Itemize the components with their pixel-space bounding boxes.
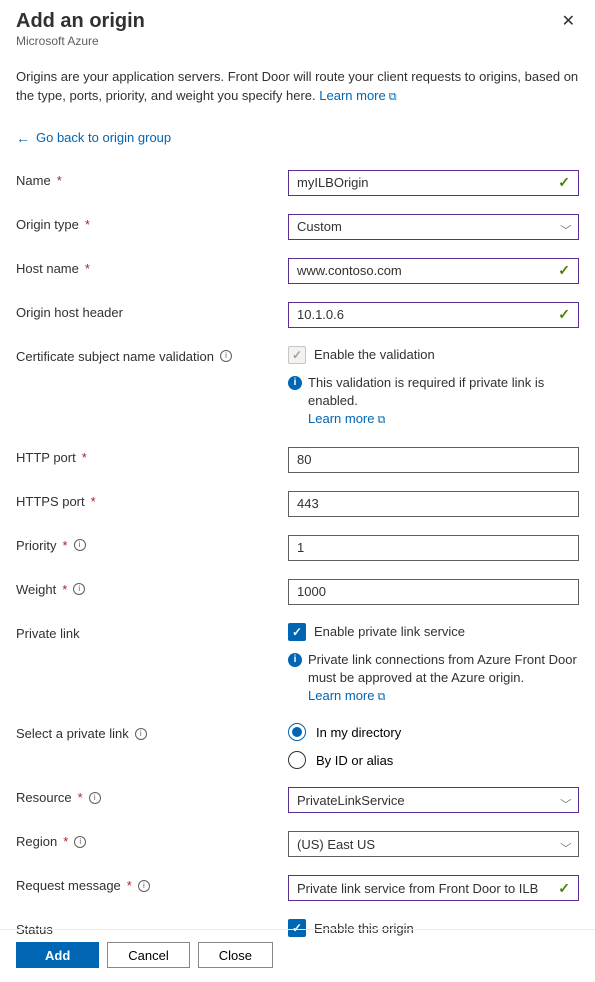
info-icon[interactable]: i — [138, 880, 150, 892]
learn-more-link[interactable]: Learn more⧉ — [319, 88, 396, 103]
host-name-label: Host name — [16, 261, 79, 276]
enable-validation-label: Enable the validation — [314, 347, 435, 362]
radio-in-my-directory[interactable]: In my directory — [288, 723, 579, 741]
enable-private-link-checkbox[interactable]: ✓ — [288, 623, 306, 641]
check-icon: ✓ — [558, 880, 570, 897]
back-to-origin-group-link[interactable]: ← Go back to origin group — [16, 130, 171, 146]
info-icon[interactable]: i — [220, 350, 232, 362]
chevron-down-icon: ⌵ — [561, 795, 572, 806]
priority-input[interactable]: 1 — [288, 535, 579, 561]
external-link-icon: ⧉ — [389, 91, 397, 103]
cert-validation-label: Certificate subject name validation — [16, 349, 214, 364]
host-name-input[interactable]: www.contoso.com✓ — [288, 258, 579, 284]
close-icon[interactable]: ✕ — [558, 10, 579, 34]
check-icon: ✓ — [558, 306, 570, 323]
description-text: Origins are your application servers. Fr… — [16, 68, 579, 106]
private-link-info-text: Private link connections from Azure Fron… — [308, 652, 577, 685]
validation-learn-more-link[interactable]: Learn more⧉ — [308, 411, 385, 426]
https-port-label: HTTPS port — [16, 494, 85, 509]
external-link-icon: ⧉ — [377, 414, 385, 426]
arrow-left-icon: ← — [16, 130, 30, 146]
cancel-button[interactable]: Cancel — [107, 942, 189, 968]
region-label: Region — [16, 834, 57, 849]
info-circle-icon: i — [288, 376, 302, 390]
enable-validation-checkbox[interactable]: ✓ — [288, 346, 306, 364]
private-link-learn-more-link[interactable]: Learn more⧉ — [308, 688, 385, 703]
enable-private-link-label: Enable private link service — [314, 624, 465, 639]
weight-input[interactable]: 1000 — [288, 579, 579, 605]
name-label: Name — [16, 173, 51, 188]
weight-label: Weight — [16, 582, 56, 597]
origin-type-label: Origin type — [16, 217, 79, 232]
resource-label: Resource — [16, 790, 72, 805]
chevron-down-icon: ⌵ — [561, 839, 572, 850]
http-port-label: HTTP port — [16, 450, 76, 465]
external-link-icon: ⧉ — [377, 691, 385, 703]
priority-label: Priority — [16, 538, 56, 553]
close-button[interactable]: Close — [198, 942, 273, 968]
info-circle-icon: i — [288, 653, 302, 667]
origin-host-header-label: Origin host header — [16, 305, 123, 320]
panel-subtitle: Microsoft Azure — [16, 34, 145, 48]
info-icon[interactable]: i — [73, 583, 85, 595]
radio-by-id-or-alias[interactable]: By ID or alias — [288, 751, 579, 769]
check-icon: ✓ — [558, 174, 570, 191]
add-button[interactable]: Add — [16, 942, 99, 968]
private-link-label: Private link — [16, 626, 80, 641]
name-input[interactable]: myILBOrigin✓ — [288, 170, 579, 196]
origin-type-select[interactable]: Custom⌵ — [288, 214, 579, 240]
http-port-input[interactable]: 80 — [288, 447, 579, 473]
validation-info-text: This validation is required if private l… — [308, 375, 544, 408]
info-icon[interactable]: i — [135, 728, 147, 740]
https-port-input[interactable]: 443 — [288, 491, 579, 517]
select-private-link-label: Select a private link — [16, 726, 129, 741]
request-message-input[interactable]: Private link service from Front Door to … — [288, 875, 579, 901]
panel-title: Add an origin — [16, 10, 145, 33]
region-select[interactable]: (US) East US⌵ — [288, 831, 579, 857]
origin-host-header-input[interactable]: 10.1.0.6✓ — [288, 302, 579, 328]
info-icon[interactable]: i — [89, 792, 101, 804]
chevron-down-icon: ⌵ — [561, 221, 572, 232]
resource-select[interactable]: PrivateLinkService⌵ — [288, 787, 579, 813]
check-icon: ✓ — [558, 262, 570, 279]
info-icon[interactable]: i — [74, 836, 86, 848]
request-message-label: Request message — [16, 878, 121, 893]
info-icon[interactable]: i — [74, 539, 86, 551]
